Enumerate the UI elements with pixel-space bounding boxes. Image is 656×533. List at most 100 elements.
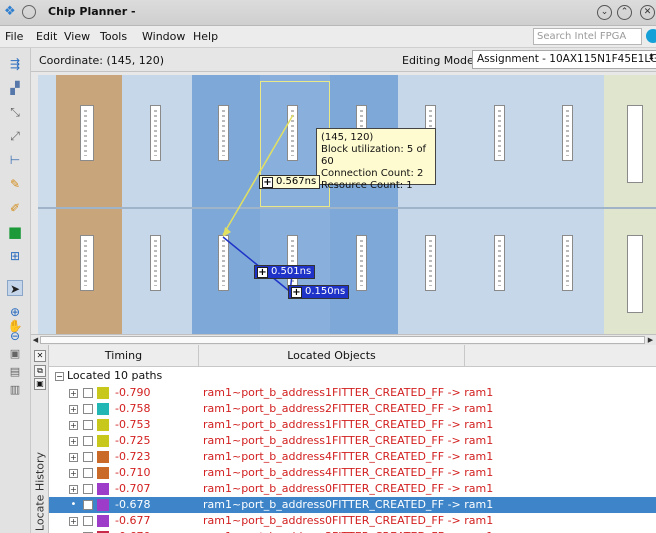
located-object: ram1~port_b_address0FITTER_CREATED_FF ->… (203, 498, 494, 511)
timing-value: -0.753 (115, 418, 151, 431)
bottom-left-toolbar: ▣ ▤ ▥ (0, 345, 31, 533)
timing-value: -0.790 (115, 386, 151, 399)
expand-icon[interactable]: • (69, 500, 78, 510)
app-logo-icon: ❖ (4, 4, 16, 19)
scrollbar-thumb[interactable] (40, 336, 645, 344)
panel2-icon[interactable]: ▤ (7, 365, 23, 381)
table-row[interactable]: +-0.670ram1~port_b_address3FITTER_CREATE… (49, 529, 656, 533)
path-line-blue (222, 236, 289, 291)
search-icon[interactable] (646, 29, 656, 43)
located-object: ram1~port_b_address3FITTER_CREATED_FF ->… (203, 529, 493, 533)
located-object: ram1~port_b_address2FITTER_CREATED_FF ->… (203, 402, 494, 415)
expand-plus-icon: + (257, 267, 268, 278)
path-color-swatch (97, 435, 109, 447)
located-object: ram1~port_b_address1FITTER_CREATED_FF ->… (203, 386, 494, 399)
path-color-swatch (97, 419, 109, 431)
locate-history-label: Locate History (33, 451, 47, 532)
expand-icon[interactable]: + (69, 405, 78, 414)
table-row[interactable]: + -0.790 ram1~port_b_address1FITTER_CREATE… (49, 385, 656, 401)
expand-icon[interactable]: + (69, 517, 78, 526)
scroll-left-icon[interactable]: ◀ (31, 335, 40, 345)
collapse-icon[interactable]: − (55, 372, 64, 381)
timing-value: -0.758 (115, 402, 151, 415)
table-row[interactable]: + -0.758 ram1~port_b_address2FITTER_CREATE… (49, 401, 656, 417)
maximize-button[interactable]: ⌃ (617, 5, 632, 20)
column-header-located-objects[interactable]: Located Objects (199, 345, 465, 367)
chip-floorplan-view[interactable]: (145, 120) Block utilization: 5 of 60 Co… (38, 75, 656, 334)
pan-hand-icon[interactable]: ✋ (7, 318, 23, 334)
coordinate-bar: Coordinate: (145, 120) Editing Mode: Ass… (31, 48, 656, 72)
expand-plus-icon: + (291, 287, 302, 298)
menu-view[interactable]: View (64, 30, 90, 43)
row-checkbox[interactable] (83, 468, 93, 478)
dropdown-arrow-icon: ⬍ (647, 53, 655, 63)
row-checkbox[interactable] (83, 388, 93, 398)
delay-label[interactable]: +0.150ns (288, 285, 350, 299)
table-row[interactable]: + -0.753 ram1~port_b_address1FITTER_CREATE… (49, 417, 656, 433)
row-checkbox[interactable] (83, 436, 93, 446)
expand-icon[interactable]: + (69, 437, 78, 446)
menu-tools[interactable]: Tools (100, 30, 127, 43)
tooltip-utilization: Block utilization: 5 of 60 (321, 144, 427, 167)
located-object: ram1~port_b_address0FITTER_CREATED_FF ->… (203, 514, 494, 527)
close-panel-icon[interactable]: ✕ (34, 350, 46, 362)
timing-value: -0.678 (115, 498, 151, 511)
table-row[interactable]: + -0.725 ram1~port_b_address1FITTER_CREATE… (49, 433, 656, 449)
menu-window[interactable]: Window (142, 30, 185, 43)
route2-icon[interactable]: ⤢ (7, 128, 23, 144)
window-menu-icon[interactable] (22, 5, 36, 19)
table-row[interactable]: + -0.677 ram1~port_b_address0FITTER_CREATE… (49, 513, 656, 529)
editing-mode-select[interactable]: Assignment - 10AX115N1F45E1LG ⬍ (472, 50, 656, 69)
expand-icon[interactable]: + (69, 389, 78, 398)
heatmap-icon[interactable]: ■ (7, 224, 23, 240)
tooltip-coord: (145, 120) (321, 132, 374, 143)
expand-icon[interactable]: + (69, 453, 78, 462)
select-pointer-icon[interactable]: ➤ (7, 280, 23, 296)
route-icon[interactable]: ⤡ (7, 104, 23, 120)
minimize-button[interactable]: ⌄ (597, 5, 612, 20)
scroll-right-icon[interactable]: ▶ (646, 335, 655, 345)
window-title: Chip Planner - (48, 5, 136, 18)
float-panel-icon[interactable]: ⧉ (34, 365, 46, 377)
table-row[interactable]: • -0.678 ram1~port_b_address0FITTER_CREATE… (49, 497, 656, 513)
delay-label[interactable]: +0.567ns (259, 175, 321, 189)
horizontal-scrollbar[interactable]: ◀ ▶ (31, 334, 656, 345)
row-checkbox[interactable] (83, 484, 93, 494)
grid-icon[interactable]: ⊞ (7, 248, 23, 264)
pencil-icon[interactable]: ✐ (7, 200, 23, 216)
connection-icon[interactable]: ⊢ (7, 152, 23, 168)
column-header-timing[interactable]: Timing (49, 345, 199, 367)
row-checkbox[interactable] (83, 516, 93, 526)
search-input[interactable]: Search Intel FPGA (533, 28, 642, 45)
brush-icon[interactable]: ✎ (7, 176, 23, 192)
panel3-icon[interactable]: ▥ (7, 383, 23, 399)
located-paths-table: Timing Located Objects − Located 10 paths… (49, 345, 656, 533)
located-object: ram1~port_b_address1FITTER_CREATED_FF ->… (203, 434, 494, 447)
pin-panel-icon[interactable]: ▣ (34, 378, 46, 390)
menu-file[interactable]: File (5, 30, 23, 43)
table-row[interactable]: + -0.710 ram1~port_b_address4FITTER_CREATE… (49, 465, 656, 481)
path-color-swatch (97, 467, 109, 479)
expand-icon[interactable]: + (69, 485, 78, 494)
editing-mode-value: Assignment - 10AX115N1F45E1LG (477, 53, 656, 65)
path-color-swatch (97, 403, 109, 415)
path-color-swatch (97, 515, 109, 527)
menu-help[interactable]: Help (193, 30, 218, 43)
table-row[interactable]: + -0.707 ram1~port_b_address0FITTER_CREATE… (49, 481, 656, 497)
panel-icon[interactable]: ▣ (7, 347, 23, 363)
expand-icon[interactable]: + (69, 469, 78, 478)
timing-value: -0.710 (115, 466, 151, 479)
row-checkbox[interactable] (83, 404, 93, 414)
row-checkbox[interactable] (83, 452, 93, 462)
row-checkbox[interactable] (83, 420, 93, 430)
delay-label[interactable]: +0.501ns (254, 265, 316, 279)
table-row[interactable]: + -0.723 ram1~port_b_address4FITTER_CREATE… (49, 449, 656, 465)
editing-mode-label: Editing Mode: (402, 54, 478, 67)
menu-edit[interactable]: Edit (36, 30, 57, 43)
layout-icon[interactable]: ▞ (7, 80, 23, 96)
layer-icon[interactable]: ⇶ (7, 56, 23, 72)
row-checkbox[interactable] (83, 500, 93, 510)
close-button[interactable]: ✕ (640, 5, 655, 20)
expand-icon[interactable]: + (69, 421, 78, 430)
group-row[interactable]: − Located 10 paths (49, 367, 656, 384)
